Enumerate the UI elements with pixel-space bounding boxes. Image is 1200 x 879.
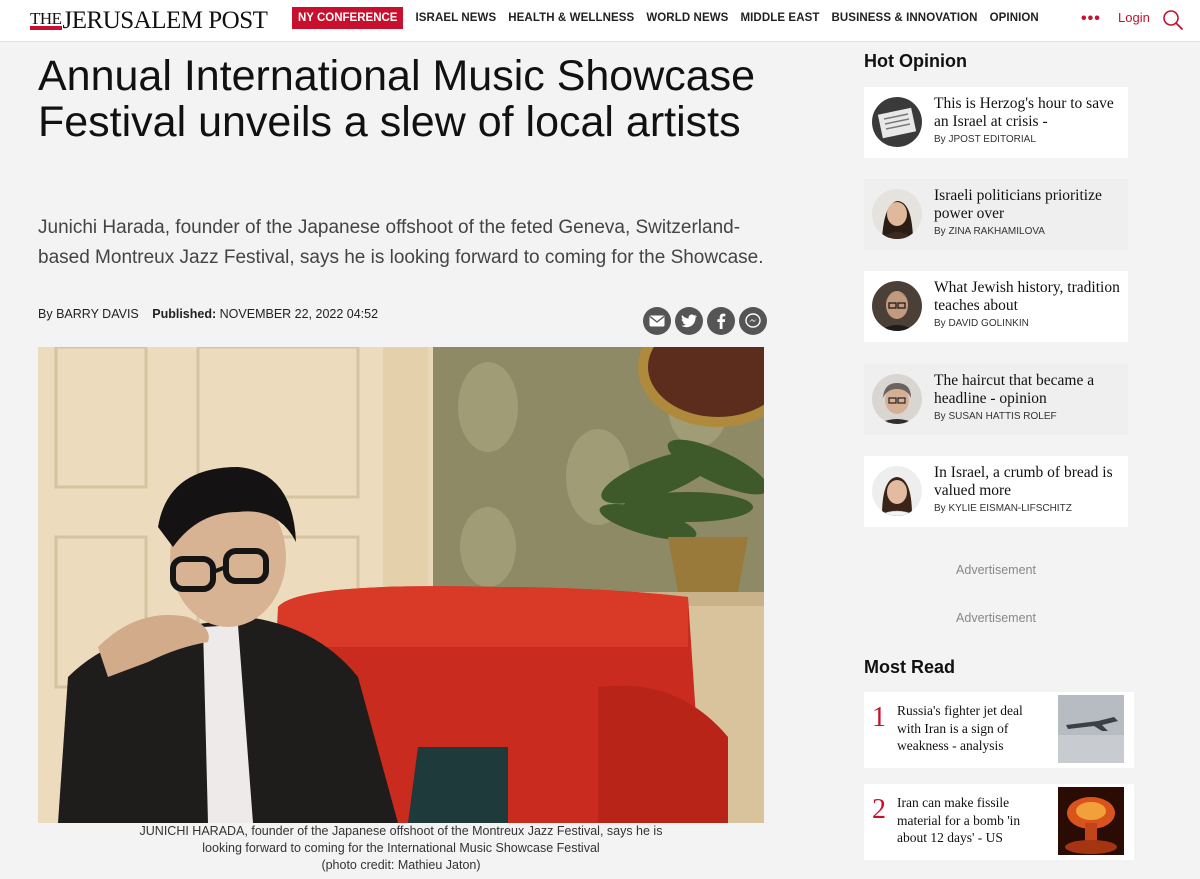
article-main-image	[38, 347, 764, 823]
opinion-card[interactable]: Israeli politicians prioritize power ove…	[864, 179, 1128, 250]
opinion-card[interactable]: This is Herzog's hour to save an Israel …	[864, 87, 1128, 158]
opinion-card[interactable]: What Jewish history, tradition teaches a…	[864, 271, 1128, 342]
opinion-card[interactable]: The haircut that became a headline - opi…	[864, 364, 1128, 435]
search-icon[interactable]	[1162, 9, 1184, 31]
opinion-card[interactable]: In Israel, a crumb of bread is valued mo…	[864, 456, 1128, 527]
opinion-author-avatar	[872, 281, 922, 331]
most-read-thumbnail[interactable]	[1058, 695, 1124, 763]
opinion-author-avatar	[872, 97, 922, 147]
image-caption: JUNICHI HARADA, founder of the Japanese …	[38, 823, 764, 874]
messenger-icon[interactable]	[739, 307, 767, 335]
twitter-icon[interactable]	[675, 307, 703, 335]
hot-opinion-heading: Hot Opinion	[864, 51, 967, 71]
most-read-item[interactable]: 1 Russia's fighter jet deal with Iran is…	[864, 692, 1134, 768]
most-read-heading: Most Read	[864, 657, 956, 677]
nav-item-middle-east[interactable]: MIDDLE EAST	[740, 12, 819, 24]
nav-item-ny-conference[interactable]: NY CONFERENCE	[292, 7, 404, 29]
opinion-author-avatar	[872, 189, 922, 239]
opinion-title[interactable]: The haircut that became a headline - opi…	[934, 372, 1128, 408]
caption-line-2: looking forward to coming for the Intern…	[202, 841, 600, 855]
nav-item-business-innovation[interactable]: BUSINESS & INNOVATION	[832, 12, 978, 24]
most-read-rank: 2	[872, 794, 886, 825]
more-dots-icon[interactable]: •••	[1081, 10, 1101, 28]
email-icon[interactable]	[643, 307, 671, 335]
opinion-title[interactable]: What Jewish history, tradition teaches a…	[934, 279, 1128, 315]
facebook-icon[interactable]	[707, 307, 735, 335]
most-read-thumbnail[interactable]	[1058, 787, 1124, 855]
advertisement-label: Advertisement	[956, 563, 1036, 577]
nav-item-health-wellness[interactable]: HEALTH & WELLNESS	[508, 12, 634, 24]
logo-name: JERUSALEM POST	[62, 7, 268, 34]
caption-line-1: JUNICHI HARADA, founder of the Japanese …	[139, 824, 663, 838]
opinion-title[interactable]: In Israel, a crumb of bread is valued mo…	[934, 464, 1128, 500]
opinion-author-avatar	[872, 466, 922, 516]
opinion-author-avatar	[872, 374, 922, 424]
site-logo[interactable]: THEJERUSALEM POST	[30, 7, 268, 35]
most-read-title[interactable]: Russia's fighter jet deal with Iran is a…	[897, 702, 1047, 755]
article-byline: By BARRY DAVIS Published: NOVEMBER 22, 2…	[38, 307, 378, 321]
opinion-author[interactable]: By SUSAN HATTIS ROLEF	[934, 411, 1128, 422]
opinion-title[interactable]: Israeli politicians prioritize power ove…	[934, 187, 1128, 223]
nav-item-israel-news[interactable]: ISRAEL NEWS	[415, 12, 496, 24]
top-navigation-bar: THEJERUSALEM POST NY CONFERENCE ISRAEL N…	[0, 0, 1200, 42]
caption-credit: (photo credit: Mathieu Jaton)	[321, 858, 481, 872]
published-label: Published:	[152, 307, 217, 321]
published-date: NOVEMBER 22, 2022 04:52	[219, 307, 379, 321]
most-read-item[interactable]: 2 Iran can make fissile material for a b…	[864, 784, 1134, 860]
logo-the: THE	[30, 9, 62, 30]
opinion-title[interactable]: This is Herzog's hour to save an Israel …	[934, 95, 1128, 131]
opinion-author[interactable]: By JPOST EDITORIAL	[934, 134, 1128, 145]
login-link[interactable]: Login	[1118, 10, 1150, 25]
nav-item-world-news[interactable]: WORLD NEWS	[646, 12, 728, 24]
author-link[interactable]: BARRY DAVIS	[56, 307, 139, 321]
main-nav: NY CONFERENCE ISRAEL NEWS HEALTH & WELLN…	[292, 7, 1051, 29]
article-subheadline: Junichi Harada, founder of the Japanese …	[38, 217, 764, 268]
opinion-author[interactable]: By ZINA RAKHAMILOVA	[934, 226, 1128, 237]
byline-prefix: By	[38, 307, 53, 321]
opinion-author[interactable]: By DAVID GOLINKIN	[934, 318, 1128, 329]
advertisement-label: Advertisement	[956, 611, 1036, 625]
share-buttons	[643, 307, 767, 335]
nav-item-opinion[interactable]: OPINION	[990, 12, 1039, 24]
article-headline: Annual International Music Showcase Fest…	[38, 52, 756, 146]
most-read-title[interactable]: Iran can make fissile material for a bom…	[897, 794, 1047, 847]
opinion-author[interactable]: By KYLIE EISMAN-LIFSCHITZ	[934, 503, 1128, 514]
most-read-rank: 1	[872, 702, 886, 733]
